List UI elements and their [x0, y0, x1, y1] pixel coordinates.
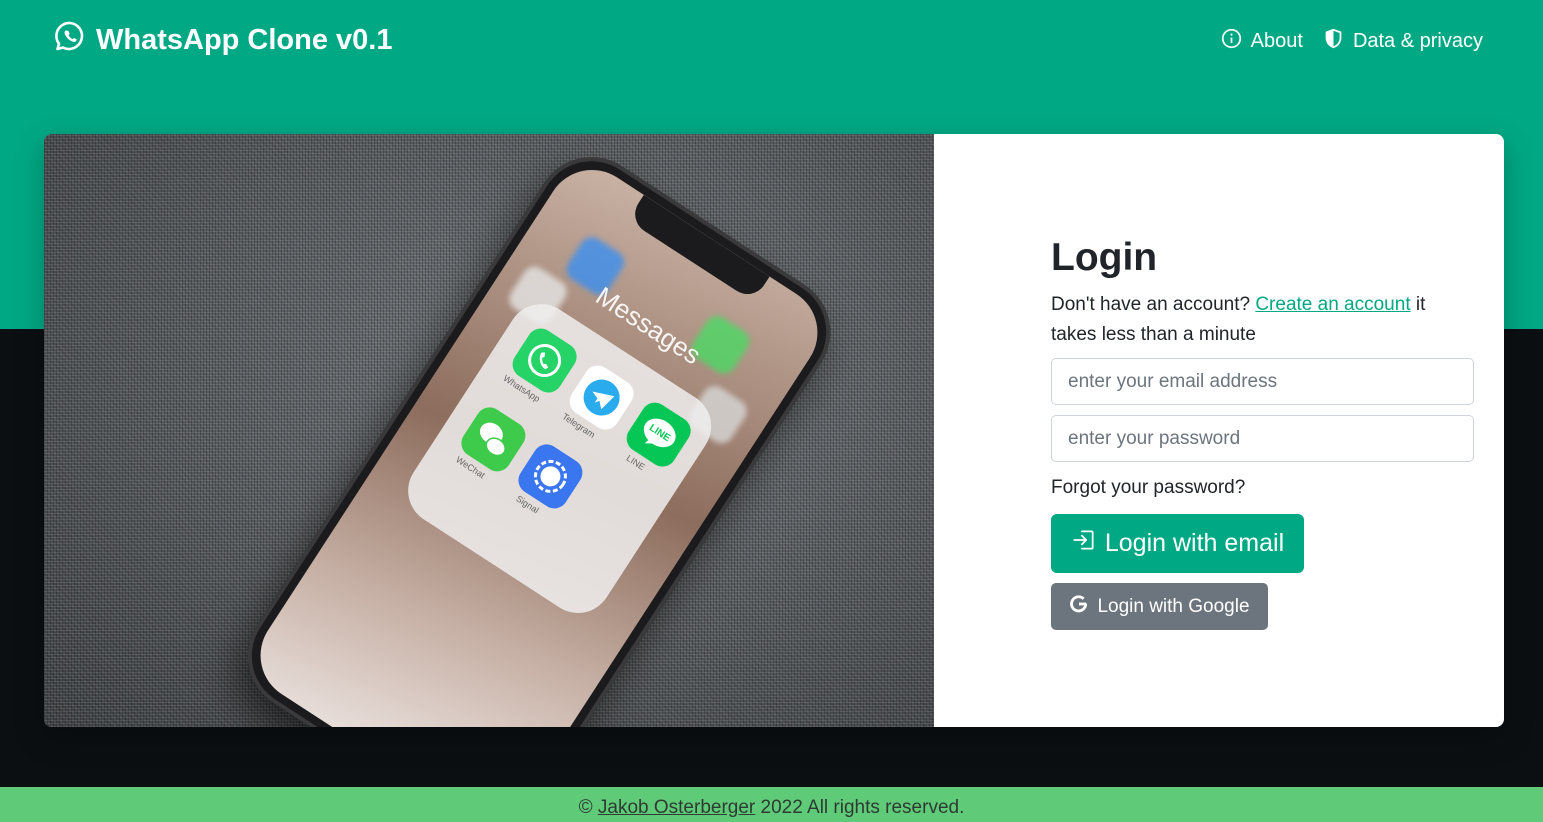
- whatsapp-app-icon: WhatsApp: [502, 323, 582, 404]
- author-link[interactable]: Jakob Osterberger: [598, 797, 755, 818]
- nav-about[interactable]: About: [1221, 28, 1303, 55]
- login-with-email-button[interactable]: Login with email: [1051, 514, 1304, 573]
- google-icon: [1069, 594, 1089, 620]
- copyright-symbol: ©: [578, 797, 593, 818]
- wechat-app-icon: WeChat: [454, 402, 531, 480]
- navbar: WhatsApp Clone v0.1 About Data & privacy: [0, 0, 1543, 80]
- login-with-google-button[interactable]: Login with Google: [1051, 583, 1268, 630]
- email-input[interactable]: [1051, 358, 1474, 405]
- brand-link[interactable]: WhatsApp Clone v0.1: [54, 20, 393, 60]
- login-arrow-icon: [1071, 527, 1097, 560]
- forgot-password-link[interactable]: Forgot your password?: [1051, 477, 1245, 499]
- login-pane: Login Don't have an account? Create an a…: [934, 134, 1504, 727]
- login-title: Login: [1051, 236, 1158, 279]
- hero-photo: Messages WhatsApp Telegram LINE LINE WeC…: [44, 134, 934, 727]
- create-account-link[interactable]: Create an account: [1255, 294, 1410, 315]
- phone-screen: Messages WhatsApp Telegram LINE LINE WeC…: [242, 152, 836, 727]
- login-with-email-label: Login with email: [1104, 529, 1285, 557]
- nav-links: About Data & privacy: [1221, 28, 1483, 55]
- brand-title: WhatsApp Clone v0.1: [96, 23, 393, 56]
- phone-notch: [627, 194, 770, 302]
- nav-data-privacy[interactable]: Data & privacy: [1323, 28, 1483, 55]
- login-with-google-label: Login with Google: [1097, 595, 1250, 617]
- signup-prefix: Don't have an account?: [1051, 294, 1251, 315]
- nav-about-label: About: [1250, 30, 1303, 52]
- login-card: Messages WhatsApp Telegram LINE LINE WeC…: [44, 134, 1504, 727]
- nav-data-privacy-label: Data & privacy: [1352, 30, 1483, 52]
- footer: © Jakob Osterberger 2022 All rights rese…: [0, 787, 1543, 822]
- signup-prompt: Don't have an account? Create an account…: [1051, 290, 1461, 350]
- password-input[interactable]: [1051, 415, 1474, 462]
- line-app-icon: LINE LINE: [621, 397, 696, 472]
- phone-illustration: Messages WhatsApp Telegram LINE LINE WeC…: [226, 135, 852, 727]
- copyright-text: 2022 All rights reserved.: [760, 797, 965, 818]
- shield-icon: [1323, 28, 1344, 55]
- telegram-app-icon: Telegram: [560, 360, 639, 440]
- info-circle-icon: [1221, 28, 1242, 55]
- whatsapp-icon: [54, 20, 86, 60]
- signal-app-icon: Signal: [513, 439, 588, 515]
